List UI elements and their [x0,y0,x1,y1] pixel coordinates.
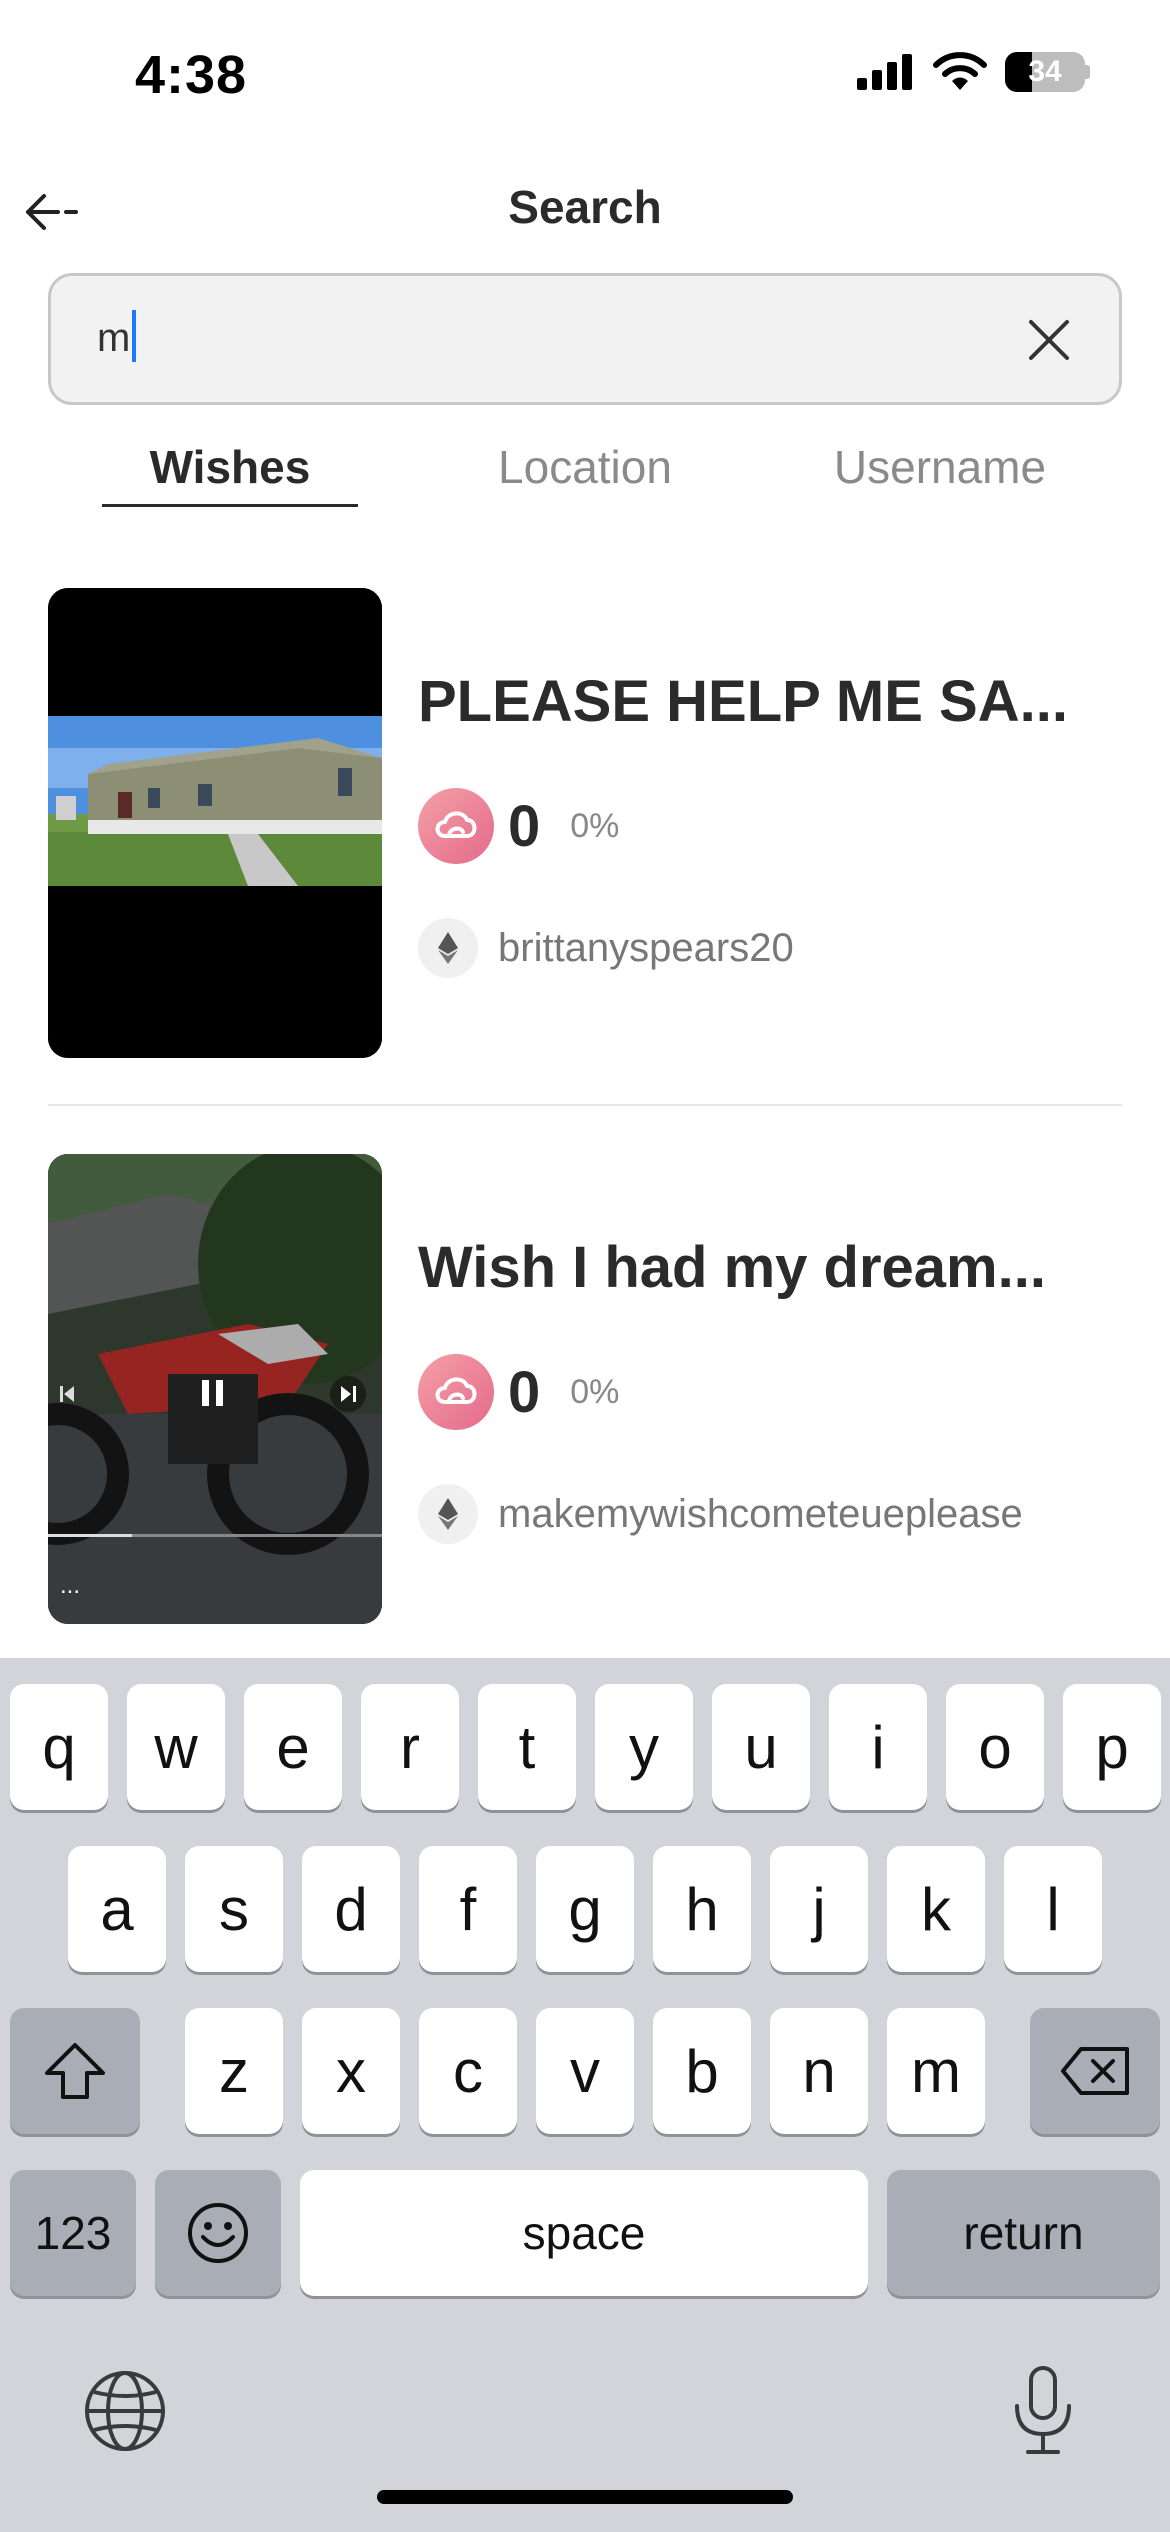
shift-key[interactable] [10,2008,140,2134]
video-more-label[interactable]: ... [60,1572,80,1600]
search-tabs: Wishes Location Username [0,430,1170,510]
key-f[interactable]: f [419,1846,517,1972]
search-value: m [97,316,131,360]
key-u[interactable]: u [712,1684,810,1810]
key-o[interactable]: o [946,1684,1044,1810]
key-e[interactable]: e [244,1684,342,1810]
wish-percent: 0% [570,1372,620,1411]
key-m[interactable]: m [887,2008,985,2134]
key-x[interactable]: x [302,2008,400,2134]
ethereum-icon [418,1484,478,1544]
numbers-key[interactable]: 123 [10,2170,136,2296]
list-item[interactable]: ... Wish I had my dream... 0 0% makemywi… [0,1154,1170,1624]
tab-wishes[interactable]: Wishes [102,440,358,494]
username: makemywishcometeueplease [498,1491,1023,1536]
emoji-key[interactable] [155,2170,281,2296]
key-c[interactable]: c [419,2008,517,2134]
wish-title[interactable]: Wish I had my dream... [418,1234,1046,1301]
page-title: Search [508,181,662,233]
wish-title[interactable]: PLEASE HELP ME SA... [418,668,1068,735]
wifi-icon [933,52,987,90]
key-d[interactable]: d [302,1846,400,1972]
key-r[interactable]: r [361,1684,459,1810]
key-b[interactable]: b [653,2008,751,2134]
key-k[interactable]: k [887,1846,985,1972]
wish-user[interactable]: makemywishcometeueplease [418,1484,1023,1544]
wish-user[interactable]: brittanyspears20 [418,918,794,978]
wish-stats: 0 0% [418,788,619,864]
key-a[interactable]: a [68,1846,166,1972]
key-q[interactable]: q [10,1684,108,1810]
house-photo [48,588,382,1058]
battery-level: 34 [1028,55,1062,88]
space-key[interactable]: space [300,2170,868,2296]
wish-percent: 0% [570,806,620,845]
key-y[interactable]: y [595,1684,693,1810]
key-z[interactable]: z [185,2008,283,2134]
shift-arrow-icon [45,2043,105,2099]
header: Search [0,170,1170,250]
key-g[interactable]: g [536,1846,634,1972]
backspace-icon [1061,2047,1129,2095]
wish-count: 0 [508,1359,541,1425]
battery-icon: 34 [1005,52,1090,92]
close-icon [1029,320,1069,360]
tab-location[interactable]: Location [470,440,700,494]
emoji-icon [188,2203,248,2263]
key-p[interactable]: p [1063,1684,1161,1810]
wish-video-thumbnail[interactable]: ... [48,1154,382,1624]
backspace-key[interactable] [1030,2008,1160,2134]
key-i[interactable]: i [829,1684,927,1810]
wish-coin-icon [418,788,494,864]
globe-button[interactable] [82,2368,168,2454]
globe-icon [85,2371,165,2451]
clear-search-button[interactable] [1025,316,1073,364]
key-l[interactable]: l [1004,1846,1102,1972]
active-tab-indicator [102,504,358,507]
list-item[interactable]: PLEASE HELP ME SA... 0 0% brittanyspears… [0,588,1170,1058]
key-h[interactable]: h [653,1846,751,1972]
dirt-bike-video [48,1154,382,1624]
key-n[interactable]: n [770,2008,868,2134]
dictation-button[interactable] [1008,2364,1078,2456]
home-indicator[interactable] [377,2490,793,2504]
cellular-signal-icon [857,54,912,90]
ethereum-icon [418,918,478,978]
wish-count: 0 [508,793,541,859]
status-time: 4:38 [135,45,248,105]
status-bar: 4:38 34 [0,0,1170,150]
microphone-icon [1015,2366,1071,2454]
key-w[interactable]: w [127,1684,225,1810]
key-s[interactable]: s [185,1846,283,1972]
key-t[interactable]: t [478,1684,576,1810]
wish-coin-icon [418,1354,494,1430]
status-icons: 34 [855,52,1090,92]
tab-username[interactable]: Username [810,440,1070,494]
key-j[interactable]: j [770,1846,868,1972]
return-key[interactable]: return [887,2170,1160,2296]
text-caret [132,310,137,363]
search-value-container: m [97,310,137,363]
keyboard: q w e r t y u i o p a s d f g h j k l z … [0,1658,1170,2532]
wish-stats: 0 0% [418,1354,619,1430]
key-v[interactable]: v [536,2008,634,2134]
username: brittanyspears20 [498,925,794,970]
search-input[interactable]: m [48,273,1122,405]
wish-thumbnail[interactable] [48,588,382,1058]
divider [48,1104,1122,1106]
